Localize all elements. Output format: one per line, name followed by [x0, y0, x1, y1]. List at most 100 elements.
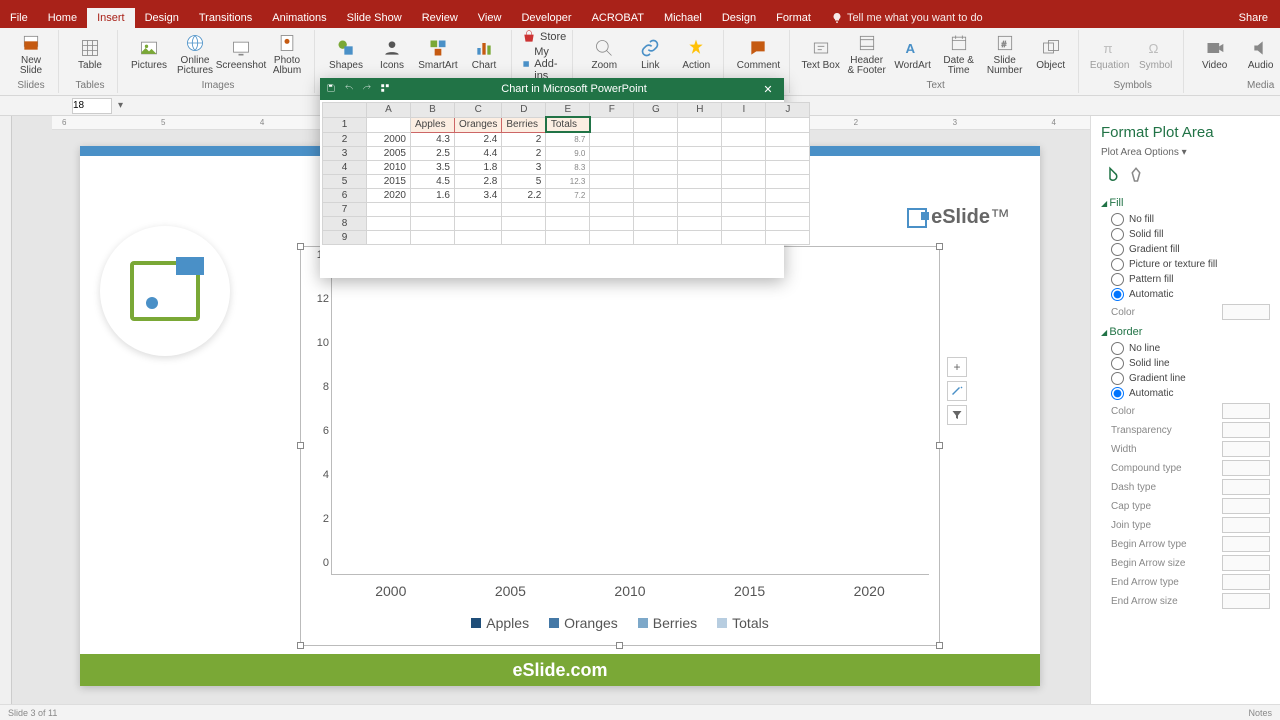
gradient-fill-radio[interactable]: Gradient fill — [1111, 243, 1270, 256]
end-arrow-picker[interactable] — [1222, 574, 1270, 590]
picture-fill-radio[interactable]: Picture or texture fill — [1111, 258, 1270, 271]
pattern-fill-radio[interactable]: Pattern fill — [1111, 273, 1270, 286]
action-button[interactable]: Action — [675, 37, 717, 71]
pictures-button[interactable]: Pictures — [128, 37, 170, 71]
logo-circle — [100, 226, 230, 356]
undo-icon[interactable] — [344, 83, 354, 96]
effects-icon[interactable] — [1127, 166, 1145, 187]
tab-slideshow[interactable]: Slide Show — [337, 8, 412, 28]
tab-view[interactable]: View — [468, 8, 512, 28]
screenshot-button[interactable]: Screenshot — [220, 37, 262, 71]
legend-apples[interactable]: Apples — [471, 615, 529, 631]
tab-insert[interactable]: Insert — [87, 8, 135, 28]
audio-button[interactable]: Audio — [1240, 37, 1280, 71]
svg-text:Ω: Ω — [1148, 41, 1158, 56]
icons-button[interactable]: Icons — [371, 37, 413, 71]
tab-acrobat[interactable]: ACROBAT — [582, 8, 654, 28]
slide-footer: eSlide.com — [80, 654, 1040, 686]
notes-button[interactable]: Notes — [1248, 708, 1272, 718]
zoom-button[interactable]: Zoom — [583, 37, 625, 71]
object-button[interactable]: Object — [1030, 37, 1072, 71]
svg-text:A: A — [905, 41, 915, 56]
photo-album-button[interactable]: Photo Album — [266, 32, 308, 76]
share-button[interactable]: Share — [1239, 12, 1268, 24]
date-time-button[interactable]: Date & Time — [938, 32, 980, 76]
auto-fill-radio[interactable]: Automatic — [1111, 288, 1270, 301]
smartart-button[interactable]: SmartArt — [417, 37, 459, 71]
chart-filters-button[interactable] — [947, 405, 967, 425]
wordart-button[interactable]: AWordArt — [892, 37, 934, 71]
store-button[interactable]: Store — [522, 30, 566, 44]
format-panel: Format Plot Area Plot Area Options ▾ Fil… — [1090, 116, 1280, 704]
fill-color-picker[interactable] — [1222, 304, 1270, 320]
chart-elements-button[interactable]: + — [947, 357, 967, 377]
slide-indicator: Slide 3 of 11 — [8, 708, 57, 718]
no-line-radio[interactable]: No line — [1111, 342, 1270, 355]
end-size-picker[interactable] — [1222, 593, 1270, 609]
tell-me[interactable]: Tell me what you want to do — [831, 12, 983, 24]
chart-datasheet[interactable]: Chart in Microsoft PowerPoint ✕ ABCDEFGH… — [320, 78, 784, 278]
border-color-picker[interactable] — [1222, 403, 1270, 419]
begin-arrow-picker[interactable] — [1222, 536, 1270, 552]
gradient-line-radio[interactable]: Gradient line — [1111, 372, 1270, 385]
chart[interactable]: 02468101214 20002005201020152020 ApplesO… — [300, 246, 940, 646]
slide-number-button[interactable]: #Slide Number — [984, 32, 1026, 76]
status-bar: Slide 3 of 11 Notes — [0, 704, 1280, 720]
link-button[interactable]: Link — [629, 37, 671, 71]
no-fill-radio[interactable]: No fill — [1111, 213, 1270, 226]
new-slide-button[interactable]: New Slide — [10, 32, 52, 76]
cap-picker[interactable] — [1222, 498, 1270, 514]
chart-styles-button[interactable] — [947, 381, 967, 401]
eslide-logo: eSlide™ — [907, 206, 1010, 229]
legend-totals[interactable]: Totals — [717, 615, 769, 631]
chart-button[interactable]: Chart — [463, 37, 505, 71]
solid-fill-radio[interactable]: Solid fill — [1111, 228, 1270, 241]
join-picker[interactable] — [1222, 517, 1270, 533]
tab-design[interactable]: Design — [135, 8, 189, 28]
svg-text:π: π — [1103, 41, 1112, 56]
tab-design2[interactable]: Design — [712, 8, 766, 28]
transparency-input[interactable] — [1222, 422, 1270, 438]
tab-developer[interactable]: Developer — [511, 8, 581, 28]
tab-home[interactable]: Home — [38, 8, 87, 28]
plot-area-options[interactable]: Plot Area Options ▾ — [1101, 147, 1270, 158]
online-pictures-button[interactable]: Online Pictures — [174, 32, 216, 76]
tab-file[interactable]: File — [0, 8, 38, 28]
font-size-input[interactable] — [72, 98, 112, 114]
width-input[interactable] — [1222, 441, 1270, 457]
table-button[interactable]: Table — [69, 37, 111, 71]
edit-data-icon[interactable] — [380, 83, 390, 96]
svg-text:#: # — [1001, 39, 1006, 49]
fill-line-icon[interactable] — [1101, 166, 1119, 187]
solid-line-radio[interactable]: Solid line — [1111, 357, 1270, 370]
border-section[interactable]: Border — [1101, 326, 1270, 338]
header-footer-button[interactable]: Header & Footer — [846, 32, 888, 76]
comment-button[interactable]: Comment — [737, 37, 779, 71]
legend-berries[interactable]: Berries — [638, 615, 697, 631]
my-addins-button[interactable]: My Add-ins — [522, 46, 566, 82]
ribbon-tabs: File Home Insert Design Transitions Anim… — [0, 8, 1280, 28]
close-button[interactable]: ✕ — [758, 83, 778, 96]
fill-section[interactable]: Fill — [1101, 197, 1270, 209]
shapes-button[interactable]: Shapes — [325, 37, 367, 71]
save-icon[interactable] — [326, 83, 336, 96]
redo-icon[interactable] — [362, 83, 372, 96]
legend-oranges[interactable]: Oranges — [549, 615, 618, 631]
datasheet-title: Chart in Microsoft PowerPoint — [398, 83, 750, 95]
plot-area[interactable]: 02468101214 — [331, 267, 929, 575]
text-box-button[interactable]: Text Box — [800, 37, 842, 71]
symbol-button[interactable]: ΩSymbol — [1135, 37, 1177, 71]
tab-animations[interactable]: Animations — [262, 8, 336, 28]
compound-picker[interactable] — [1222, 460, 1270, 476]
video-button[interactable]: Video — [1194, 37, 1236, 71]
tab-transitions[interactable]: Transitions — [189, 8, 262, 28]
thumbnails-pane[interactable] — [0, 116, 12, 704]
tab-review[interactable]: Review — [412, 8, 468, 28]
dash-picker[interactable] — [1222, 479, 1270, 495]
begin-size-picker[interactable] — [1222, 555, 1270, 571]
format-title: Format Plot Area — [1101, 124, 1270, 141]
tab-michael[interactable]: Michael — [654, 8, 712, 28]
tab-format[interactable]: Format — [766, 8, 821, 28]
equation-button[interactable]: πEquation — [1089, 37, 1131, 71]
auto-line-radio[interactable]: Automatic — [1111, 387, 1270, 400]
